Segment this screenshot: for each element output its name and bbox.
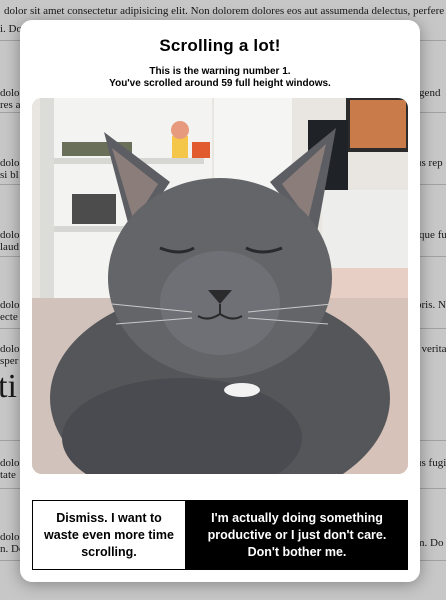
warning-number-text: This is the warning number 1. — [149, 66, 291, 77]
dismiss-button-label: Dismiss. I want to waste even more time … — [44, 510, 174, 559]
dont-bother-button-label: I'm actually doing something productive … — [207, 510, 387, 559]
dialog-title: Scrolling a lot! — [159, 36, 281, 55]
dont-bother-button[interactable]: I'm actually doing something productive … — [186, 500, 408, 570]
scroll-count-text: You've scrolled around 59 full height wi… — [109, 78, 331, 89]
dismiss-button[interactable]: Dismiss. I want to waste even more time … — [32, 500, 186, 570]
cat-photo — [32, 98, 408, 474]
dialog-actions: Dismiss. I want to waste even more time … — [32, 500, 408, 570]
dialog-message: This is the warning number 1. You've scr… — [20, 66, 420, 90]
scroll-warning-dialog: Scrolling a lot! This is the warning num… — [20, 20, 420, 582]
